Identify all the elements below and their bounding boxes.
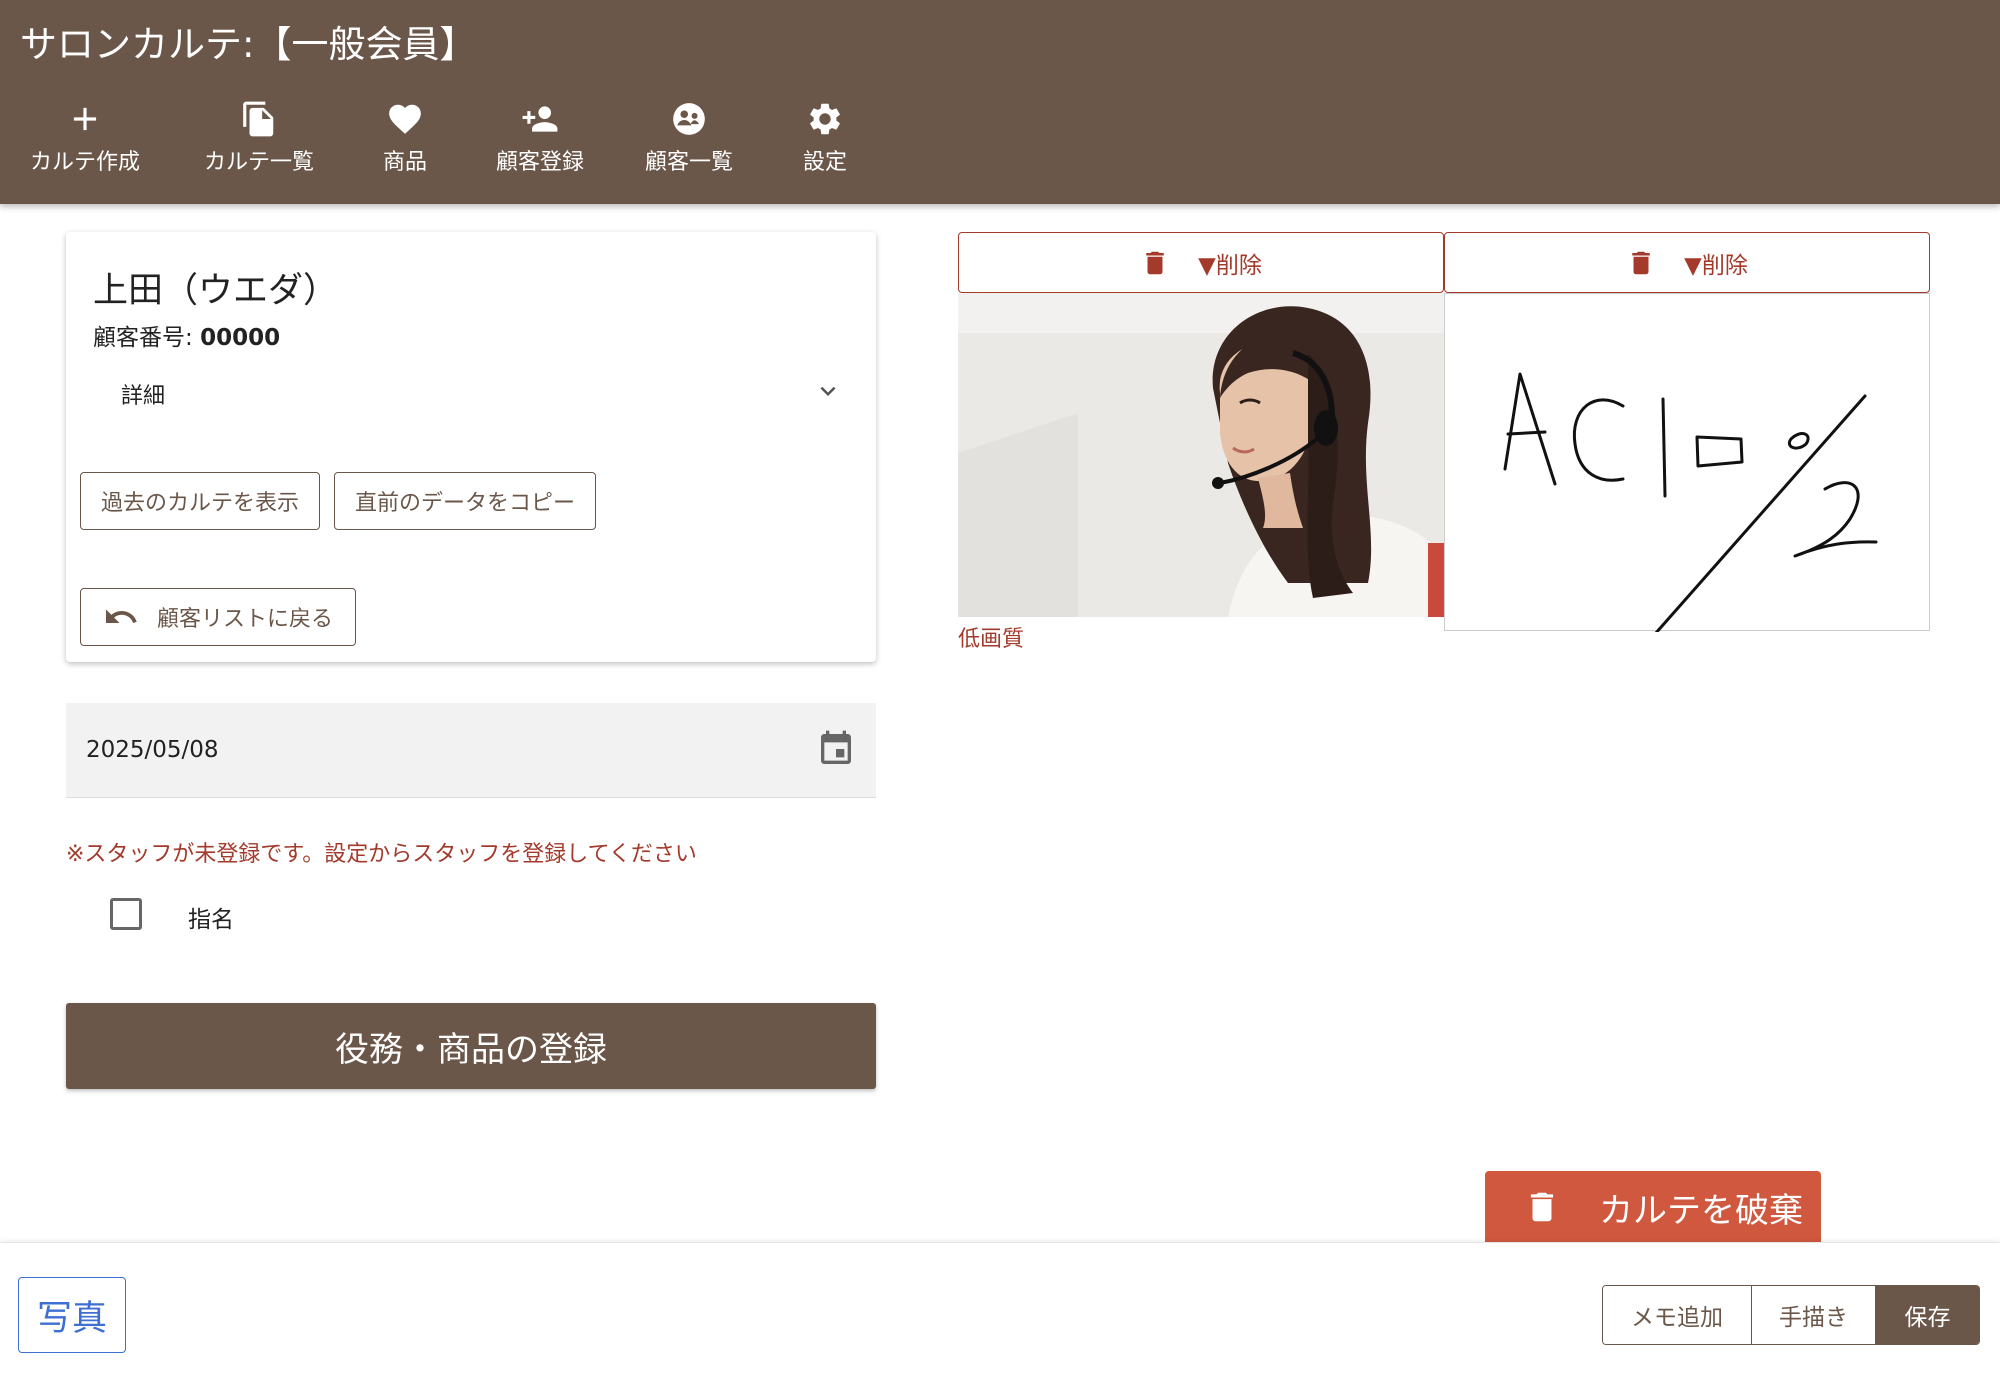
- nav-label: 顧客一覧: [644, 150, 733, 175]
- trash-icon: [1632, 251, 1650, 274]
- person-add-icon: [490, 100, 590, 142]
- nav-label: 設定: [802, 150, 847, 175]
- register-services-products-button[interactable]: 役務・商品の登録: [66, 1003, 876, 1089]
- nav-products[interactable]: 商品: [365, 100, 445, 184]
- staff-warning: ※スタッフが未登録です。設定からスタッフを登録してください: [66, 842, 697, 867]
- customer-card: 上田（ウエダ） 顧客番号: 00000 詳細 過去のカルテを表示 直前のデータを…: [66, 232, 876, 662]
- trash-icon: [1146, 251, 1164, 274]
- nav-customer-list[interactable]: 顧客一覧: [639, 100, 739, 184]
- nav-chart-list[interactable]: カルテ一覧: [196, 100, 322, 184]
- discard-chart-label: カルテを破棄: [1599, 1190, 1803, 1231]
- customer-number: 00000: [200, 325, 281, 351]
- copy-previous-data-button[interactable]: 直前のデータをコピー: [334, 472, 596, 530]
- handwritten-sketch-drawing: [1503, 372, 1878, 636]
- bottom-toolbar: 写真 メモ追加 手描き 保存: [0, 1242, 2000, 1390]
- nav-label: 商品: [382, 150, 427, 175]
- delete-sketch-button[interactable]: ▼削除: [1444, 232, 1930, 293]
- nav-customer-register[interactable]: 顧客登録: [490, 100, 590, 184]
- back-to-customer-list-label: 顧客リストに戻る: [156, 607, 333, 632]
- handwrite-button[interactable]: 手描き: [1751, 1286, 1875, 1344]
- nav-label: カルテ作成: [29, 150, 140, 175]
- calendar-icon[interactable]: [816, 729, 856, 769]
- customer-name: 上田（ウエダ）: [93, 271, 339, 311]
- photo-quality-label: 低画質: [958, 627, 1025, 652]
- delete-sketch-label: ▼削除: [1684, 252, 1748, 279]
- photo-button[interactable]: 写真: [18, 1277, 126, 1353]
- customer-photo[interactable]: [958, 293, 1444, 617]
- gear-icon: [785, 100, 865, 142]
- delete-photo-label: ▼削除: [1198, 252, 1262, 279]
- undo-icon: [105, 609, 137, 623]
- save-button[interactable]: 保存: [1875, 1286, 1979, 1344]
- register-services-products-label: 役務・商品の登録: [335, 1029, 607, 1070]
- customers-icon: [639, 100, 739, 142]
- detail-expander[interactable]: 詳細: [93, 362, 853, 422]
- add-memo-label: メモ追加: [1631, 1305, 1723, 1331]
- back-to-customer-list-button[interactable]: 顧客リストに戻る: [80, 588, 356, 646]
- app-header: サロンカルテ:【一般会員】 カルテ作成 カルテ一覧 商品 顧客登録 顧客一覧 設…: [0, 0, 2000, 204]
- handwrite-label: 手描き: [1779, 1305, 1848, 1331]
- show-past-charts-button[interactable]: 過去のカルテを表示: [80, 472, 320, 530]
- nominated-label: 指名: [188, 907, 234, 933]
- save-label: 保存: [1904, 1305, 1951, 1331]
- nav-label: カルテ一覧: [203, 150, 314, 175]
- add-memo-button[interactable]: メモ追加: [1603, 1286, 1751, 1344]
- visit-date-value: 2025/05/08: [86, 737, 219, 763]
- nav-create-chart[interactable]: カルテ作成: [22, 100, 148, 184]
- photo-button-label: 写真: [36, 1298, 107, 1339]
- app-title: サロンカルテ:【一般会員】: [20, 23, 477, 66]
- nav-settings[interactable]: 設定: [785, 100, 865, 184]
- customer-photo-image: [958, 293, 1444, 617]
- discard-chart-button[interactable]: カルテを破棄: [1485, 1171, 1821, 1243]
- nominated-checkbox[interactable]: [110, 898, 142, 930]
- trash-icon: [1530, 1192, 1554, 1222]
- action-button-group: メモ追加 手描き 保存: [1602, 1285, 1980, 1345]
- visit-date-field[interactable]: 2025/05/08: [66, 703, 876, 798]
- chevron-down-icon: [820, 386, 836, 396]
- plus-icon: [22, 100, 148, 142]
- copy-icon: [196, 100, 322, 142]
- nav-label: 顧客登録: [495, 150, 584, 175]
- show-past-charts-label: 過去のカルテを表示: [100, 491, 299, 516]
- copy-previous-data-label: 直前のデータをコピー: [354, 491, 575, 516]
- delete-photo-button[interactable]: ▼削除: [958, 232, 1444, 293]
- heart-icon: [365, 100, 445, 142]
- handwritten-sketch[interactable]: [1444, 293, 1930, 636]
- customer-number-row: 顧客番号: 00000: [93, 318, 280, 352]
- customer-number-label: 顧客番号:: [93, 325, 193, 351]
- detail-label: 詳細: [121, 384, 166, 409]
